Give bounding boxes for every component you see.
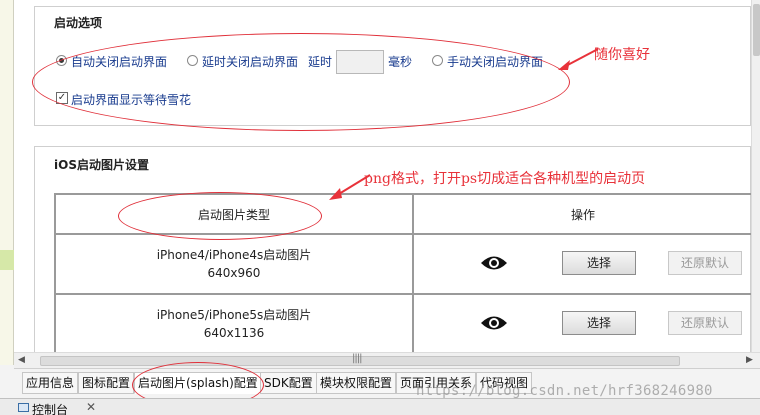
action-cell: 选择 还原默认 xyxy=(412,233,751,295)
table-row: iPhone4/iPhone4s启动图片 640x960 选择 还原默认 xyxy=(54,233,751,295)
table-row: iPhone5/iPhone5s启动图片 640x1136 选择 还原默认 xyxy=(54,293,751,352)
device-cell: iPhone5/iPhone5s启动图片 640x1136 xyxy=(54,293,414,352)
device-size: 640x1136 xyxy=(203,326,265,340)
action-cell: 选择 还原默认 xyxy=(412,293,751,352)
device-cell: iPhone4/iPhone4s启动图片 640x960 xyxy=(54,233,414,295)
tab-sdk-config[interactable]: SDK配置 xyxy=(260,372,317,394)
vertical-scrollbar[interactable] xyxy=(751,0,760,352)
scroll-left-icon[interactable]: ◀ xyxy=(18,355,25,365)
console-bar: 控制台 ✕ xyxy=(0,398,760,415)
device-size: 640x960 xyxy=(207,266,261,280)
annotation-ellipse-type xyxy=(118,192,322,240)
left-panel-edge xyxy=(0,0,14,365)
col-action: 操作 xyxy=(412,193,751,235)
startup-options-title: 启动选项 xyxy=(54,16,103,30)
tab-icon-config[interactable]: 图标配置 xyxy=(78,372,135,394)
scroll-grip-icon: |||| xyxy=(352,353,363,364)
select-button[interactable]: 选择 xyxy=(562,311,636,335)
console-icon xyxy=(18,403,29,412)
annotation-note-png: png格式，打开ps切成适合各种机型的启动页 xyxy=(364,171,646,187)
device-name: iPhone4/iPhone4s启动图片 xyxy=(156,248,312,262)
annotation-ellipse-options xyxy=(32,33,570,131)
device-name: iPhone5/iPhone5s启动图片 xyxy=(156,308,312,322)
left-panel-marker xyxy=(0,250,14,270)
eye-icon[interactable] xyxy=(480,254,508,272)
select-button[interactable]: 选择 xyxy=(562,251,636,275)
horizontal-scrollbar[interactable]: ◀ |||| ▶ xyxy=(14,352,760,368)
ios-splash-title: iOS启动图片设置 xyxy=(54,158,149,172)
reset-default-button[interactable]: 还原默认 xyxy=(668,251,742,275)
eye-icon[interactable] xyxy=(480,314,508,332)
vertical-scroll-thumb[interactable] xyxy=(753,4,760,56)
scroll-right-icon[interactable]: ▶ xyxy=(746,355,753,365)
editor-content: 启动选项 自动关闭启动界面 延时关闭启动界面 延时 毫秒 手动关闭启动界面 ✓ … xyxy=(14,0,751,352)
annotation-note-preference: 随你喜好 xyxy=(594,47,650,63)
reset-default-button[interactable]: 还原默认 xyxy=(668,311,742,335)
console-tab-label[interactable]: 控制台 xyxy=(32,401,68,415)
tab-app-info[interactable]: 应用信息 xyxy=(22,372,79,394)
watermark: https://blog.csdn.net/hrf368246980 xyxy=(416,383,713,399)
close-icon[interactable]: ✕ xyxy=(86,400,96,414)
tab-module-permissions[interactable]: 模块权限配置 xyxy=(316,372,397,394)
